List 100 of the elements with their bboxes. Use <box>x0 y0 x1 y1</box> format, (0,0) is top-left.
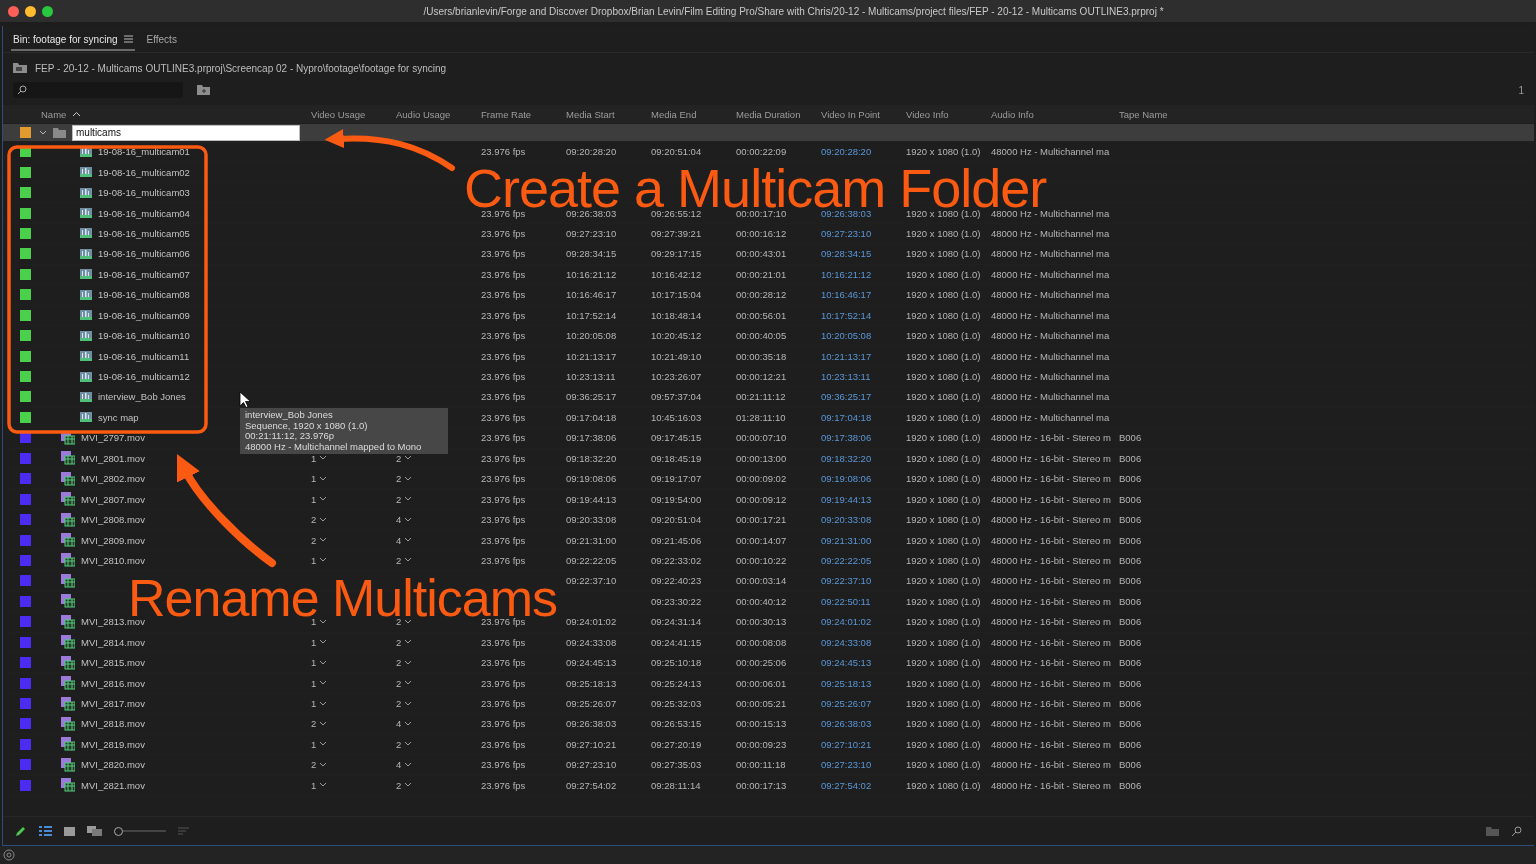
column-header[interactable]: Video Info <box>903 108 988 120</box>
column-header[interactable]: Audio Info <box>988 108 1116 120</box>
item-name[interactable]: MVI_2802.mov <box>81 473 145 485</box>
item-name[interactable]: 19-08-16_multicam07 <box>98 268 190 280</box>
item-name[interactable]: MVI_2816.mov <box>81 677 145 689</box>
panel-tab[interactable]: Bin: footage for syncing <box>11 29 135 51</box>
panel-tab[interactable]: Effects <box>144 29 179 51</box>
table-cell[interactable]: 1 <box>308 452 393 464</box>
table-cell[interactable]: 2 <box>308 534 393 546</box>
table-cell[interactable]: 1 <box>308 473 393 485</box>
column-header[interactable]: Video Usage <box>308 108 393 120</box>
table-cell[interactable]: 1 <box>308 554 393 566</box>
item-name[interactable]: MVI_2813.mov <box>81 616 145 628</box>
table-cell-text: 48000 Hz - 16-bit - Stereo m <box>990 759 1112 771</box>
sequence-icon <box>80 288 92 301</box>
zoom-button[interactable] <box>42 5 53 17</box>
item-name[interactable]: 19-08-16_multicam03 <box>98 187 190 199</box>
table-cell-text: 1920 x 1080 (1.0) <box>905 534 982 546</box>
icon-view-icon[interactable] <box>64 826 75 836</box>
item-name[interactable]: 19-08-16_multicam10 <box>98 330 190 342</box>
item-name[interactable]: 19-08-16_multicam11 <box>98 350 190 362</box>
table-cell[interactable]: 1 <box>308 698 393 710</box>
item-name[interactable]: MVI_2797.mov <box>81 432 145 444</box>
column-header[interactable]: Tape Name <box>1116 108 1243 120</box>
item-name[interactable]: 19-08-16_multicam09 <box>98 309 190 321</box>
table-cell[interactable]: 2 <box>308 718 393 730</box>
table-cell[interactable]: 2 <box>393 636 478 648</box>
pencil-icon[interactable] <box>15 825 27 837</box>
table-cell[interactable]: 2 <box>308 514 393 526</box>
table-cell[interactable]: 4 <box>393 514 478 526</box>
table-cell[interactable]: 2 <box>393 657 478 669</box>
table-cell[interactable]: 2 <box>393 473 478 485</box>
item-name[interactable]: MVI_2809.mov <box>81 534 145 546</box>
table-cell-text: 48000 Hz - 16-bit - Stereo m <box>990 595 1112 607</box>
minimize-button[interactable] <box>25 5 36 17</box>
table-cell[interactable]: 4 <box>393 534 478 546</box>
table-cell-text: 1920 x 1080 (1.0) <box>905 268 982 280</box>
folder-name-input[interactable]: multicams <box>72 124 300 141</box>
new-bin-icon[interactable] <box>197 85 210 95</box>
item-name[interactable]: 19-08-16_multicam04 <box>98 207 190 219</box>
table-cell[interactable]: 1 <box>308 616 393 628</box>
caret-icon <box>319 720 328 727</box>
table-cell[interactable]: 1 <box>308 738 393 750</box>
table-cell[interactable]: 2 <box>308 759 393 771</box>
expand-caret-icon[interactable] <box>39 129 47 136</box>
table-cell[interactable]: 2 <box>393 554 478 566</box>
table-cell-text: 09:27:39:21 <box>650 227 703 239</box>
table-cell[interactable]: 4 <box>393 759 478 771</box>
column-header[interactable]: Video In Point <box>818 108 903 120</box>
column-header[interactable]: Media Duration <box>733 108 818 120</box>
item-name[interactable]: MVI_2808.mov <box>81 514 145 526</box>
column-header[interactable]: Name <box>33 108 308 120</box>
freeform-view-icon[interactable] <box>87 826 102 836</box>
item-name[interactable]: 19-08-16_multicam12 <box>98 371 190 383</box>
table-cell-text: 23.976 fps <box>480 432 527 444</box>
item-name[interactable]: interview_Bob Jones <box>98 391 186 403</box>
table-cell[interactable]: 2 <box>393 677 478 689</box>
table-cell[interactable]: 2 <box>393 738 478 750</box>
table-cell[interactable]: 1 <box>308 657 393 669</box>
column-header[interactable]: Frame Rate <box>478 108 563 120</box>
item-name[interactable]: 19-08-16_multicam02 <box>98 166 190 178</box>
table-cell[interactable]: 1 <box>308 493 393 505</box>
item-name[interactable]: 19-08-16_multicam01 <box>98 146 190 158</box>
item-name[interactable]: MVI_2819.mov <box>81 738 145 750</box>
item-name[interactable]: 19-08-16_multicam05 <box>98 227 190 239</box>
item-name[interactable]: sync map <box>98 411 139 423</box>
table-cell[interactable]: 1 <box>308 779 393 791</box>
item-name[interactable]: MVI_2807.mov <box>81 493 145 505</box>
item-name[interactable]: MVI_2818.mov <box>81 718 145 730</box>
list-view-icon[interactable] <box>39 826 52 836</box>
item-name[interactable]: MVI_2815.mov <box>81 657 145 669</box>
column-header[interactable]: Media Start <box>563 108 648 120</box>
item-name[interactable]: MVI_2814.mov <box>81 636 145 648</box>
table-cell[interactable]: 2 <box>393 779 478 791</box>
item-name[interactable]: MVI_2821.mov <box>81 779 145 791</box>
table-cell[interactable]: 2 <box>393 698 478 710</box>
clip-icon <box>61 492 75 507</box>
table-cell-text: B006 <box>1118 432 1143 444</box>
zoom-slider-thumb[interactable] <box>114 826 123 836</box>
table-cell-text: 48000 Hz - 16-bit - Stereo m <box>990 575 1112 587</box>
table-cell[interactable]: 1 <box>308 677 393 689</box>
column-header[interactable]: Audio Usage <box>393 108 478 120</box>
search-field[interactable] <box>13 82 183 98</box>
item-name[interactable]: MVI_2801.mov <box>81 452 145 464</box>
item-name[interactable]: MVI_2820.mov <box>81 759 145 771</box>
table-cell-text: 48000 Hz - 16-bit - Stereo m <box>990 636 1112 648</box>
table-cell-text: 1920 x 1080 (1.0) <box>905 698 982 710</box>
caret-icon <box>404 475 413 482</box>
table-cell[interactable]: 1 <box>308 636 393 648</box>
table-cell[interactable]: 4 <box>393 718 478 730</box>
table-cell[interactable]: 2 <box>393 616 478 628</box>
table-cell[interactable]: 2 <box>393 493 478 505</box>
item-name[interactable]: 19-08-16_multicam06 <box>98 248 190 260</box>
table-cell[interactable]: 2 <box>393 452 478 464</box>
close-button[interactable] <box>8 5 19 17</box>
column-header[interactable]: Media End <box>648 108 733 120</box>
item-name[interactable]: MVI_2810.mov <box>81 554 145 566</box>
item-name[interactable]: MVI_2817.mov <box>81 698 145 710</box>
search-icon[interactable] <box>1511 825 1522 837</box>
item-name[interactable]: 19-08-16_multicam08 <box>98 289 190 301</box>
